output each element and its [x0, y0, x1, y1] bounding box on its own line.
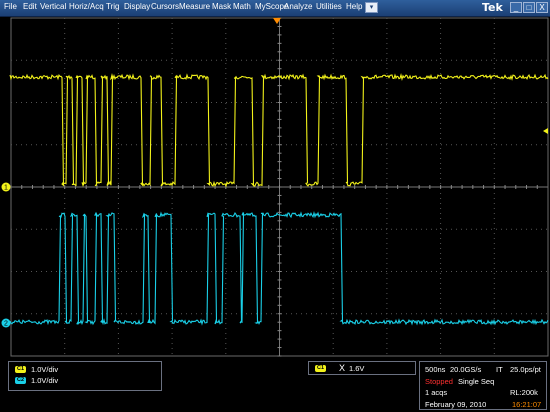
ch2-scale[interactable]: 1.0V/div	[31, 376, 58, 385]
menu-utilities[interactable]: Utilities	[316, 2, 342, 11]
ch2-ground-marker-label: 2	[4, 321, 8, 328]
menu-horiz-acq[interactable]: Horiz/Acq	[69, 2, 104, 11]
status-bar: C1 1.0V/div C2 1.0V/div C1 X 1.6V 500ns …	[0, 358, 550, 412]
ch1-ground-marker-label: 1	[4, 185, 8, 192]
menu-display[interactable]: Display	[124, 2, 150, 11]
ch1-badge[interactable]: C1	[15, 366, 26, 373]
menu-file[interactable]: File	[4, 2, 17, 11]
minimize-icon[interactable]: _	[510, 2, 522, 13]
menu-vertical[interactable]: Vertical	[40, 2, 66, 11]
horizontal-scale: 500ns	[425, 365, 446, 374]
scope-graticule: 12	[1, 17, 549, 357]
menu-bar: File Edit Vertical Horiz/Acq Trig Display Curs…	[0, 0, 550, 17]
ch2-badge[interactable]: C2	[15, 377, 26, 384]
record-length: RL:200k	[510, 388, 538, 397]
chevron-down-icon[interactable]: ▾	[365, 2, 378, 13]
tek-logo: Tek	[482, 1, 503, 14]
acq-mode: IT	[496, 365, 503, 374]
menu-math[interactable]: Math	[233, 2, 251, 11]
ch1-scale[interactable]: 1.0V/div	[31, 365, 58, 374]
close-icon[interactable]: X	[536, 2, 548, 13]
trigger-level: 1.6V	[349, 364, 365, 373]
menu-trig[interactable]: Trig	[106, 2, 119, 11]
time-display: 16:21:07	[512, 400, 542, 409]
sample-rate: 20.0GS/s	[450, 365, 482, 374]
acquisition-panel[interactable]: 500ns 20.0GS/s IT 25.0ps/pt Stopped Sing…	[419, 361, 547, 410]
menu-help[interactable]: Help	[346, 2, 362, 11]
menu-analyze[interactable]: Analyze	[284, 2, 312, 11]
trigger-panel[interactable]: C1 X 1.6V	[308, 361, 416, 375]
menu-measure[interactable]: Measure	[179, 2, 210, 11]
waveform-display[interactable]: 12	[0, 17, 550, 358]
trigger-source-badge: C1	[315, 365, 326, 372]
date-display: February 09, 2010	[425, 400, 487, 409]
time-resolution: 25.0ps/pt	[510, 365, 541, 374]
channel-scale-panel[interactable]: C1 1.0V/div C2 1.0V/div	[8, 361, 162, 391]
menu-edit[interactable]: Edit	[23, 2, 37, 11]
acq-sequence: Single Seq	[458, 377, 495, 386]
acq-count: 1 acqs	[425, 388, 448, 397]
trigger-slope-icon: X	[339, 363, 346, 373]
trigger-level-marker	[543, 128, 548, 134]
acq-state: Stopped	[425, 377, 453, 386]
maximize-icon[interactable]: □	[523, 2, 535, 13]
menu-mask[interactable]: Mask	[212, 2, 231, 11]
menu-cursors[interactable]: Cursors	[151, 2, 179, 11]
